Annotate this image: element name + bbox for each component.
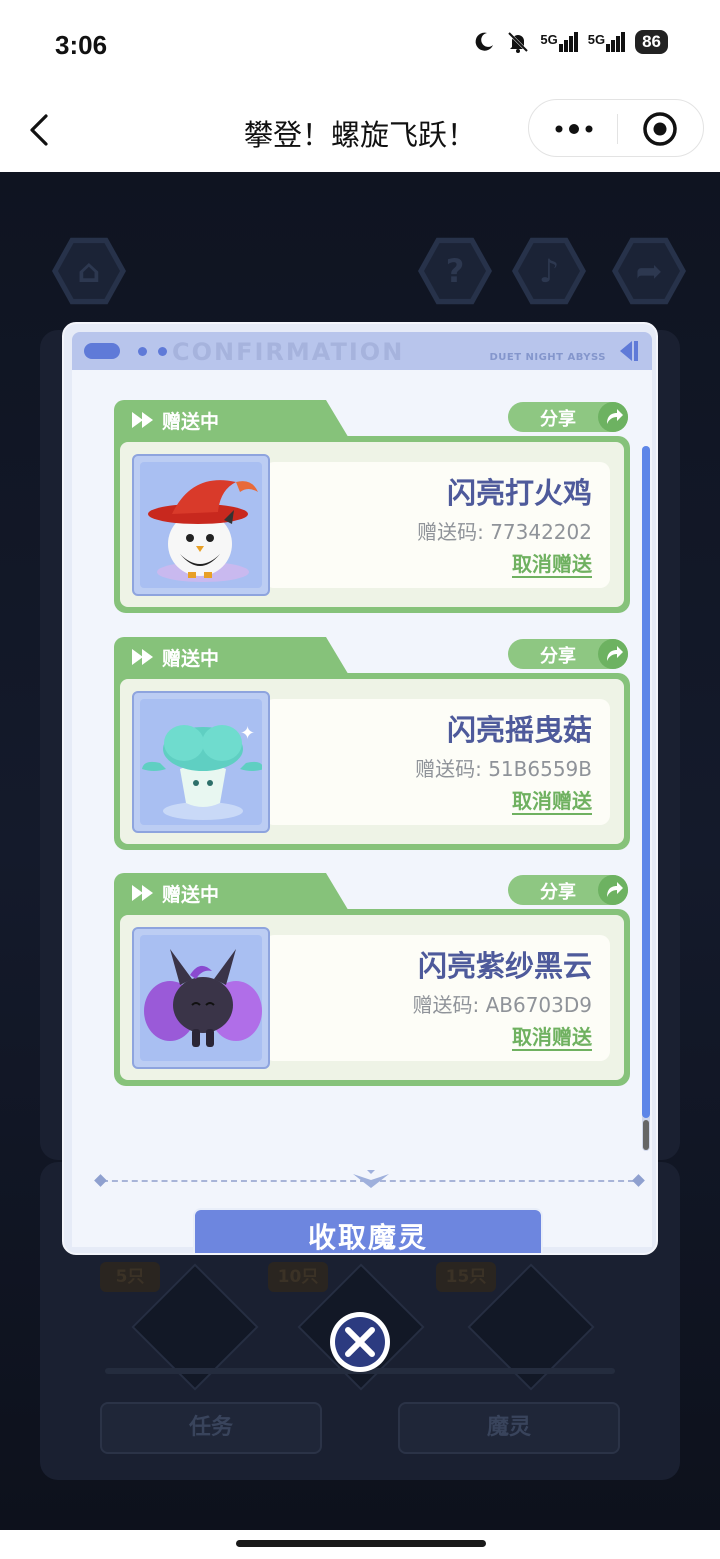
collect-pet-button[interactable]: 收取魔灵 — [193, 1208, 543, 1253]
share-label: 分享 — [540, 882, 576, 903]
fast-forward-icon — [132, 885, 153, 901]
modal-header: CONFIRMATION DUET NIGHT ABYSS — [72, 332, 652, 370]
header-brand: DUET NIGHT ABYSS — [489, 352, 606, 363]
scrollbar-thumb[interactable] — [642, 446, 650, 1118]
modal-body: 赠送中 分享 闪亮打火鸡 赠送码: 77342202 取消赠送 赠送中 分享 ✦… — [72, 370, 652, 1253]
share-hex-icon: ➦ — [612, 237, 686, 305]
share-label: 分享 — [540, 409, 576, 430]
mute-bell-icon — [508, 31, 529, 53]
reward-count-10: 10只 — [268, 1262, 328, 1292]
target-icon[interactable] — [641, 110, 679, 148]
capsule-divider — [617, 114, 618, 144]
home-indicator[interactable] — [236, 1540, 486, 1547]
fire-turkey-pet-icon — [148, 480, 258, 582]
reward-count-15: 15只 — [436, 1262, 496, 1292]
header-triangle-icon — [620, 341, 638, 361]
share-button[interactable]: 分享 — [508, 639, 628, 669]
pet-portrait — [132, 454, 270, 596]
header-dot-decoration — [158, 347, 167, 356]
cancel-gift-button[interactable]: 取消赠送 — [512, 789, 592, 815]
header-ghost-text: CONFIRMATION — [172, 338, 405, 366]
scroll-down-chevron-icon — [353, 1170, 389, 1188]
help-hex-icon: ? — [418, 237, 492, 305]
gift-card: 赠送中 分享 — [114, 400, 630, 613]
purple-veil-dark-cloud-pet-icon — [144, 949, 262, 1047]
home-hex-icon: ⌂ — [52, 237, 126, 305]
card-tab-slope — [310, 400, 350, 440]
gift-modal: CONFIRMATION DUET NIGHT ABYSS 赠送中 分享 闪亮打… — [62, 322, 658, 1255]
divider-left-diamond — [94, 1174, 107, 1187]
task-button: 任务 — [100, 1402, 322, 1454]
close-icon — [345, 1327, 375, 1357]
card-tab-slope — [310, 637, 350, 677]
share-arrow-icon — [598, 875, 628, 905]
divider-right-diamond — [632, 1174, 645, 1187]
mini-program-title-bar: 攀登！螺旋飞跃！ — [0, 92, 720, 172]
gift-status: 赠送中 — [162, 648, 220, 670]
card-status-tab: 赠送中 — [114, 873, 314, 913]
fast-forward-icon — [132, 649, 153, 665]
pet-name: 闪亮摇曳菇 — [446, 713, 592, 747]
status-time: 3:06 — [55, 30, 108, 60]
share-arrow-icon — [598, 639, 628, 669]
gift-code: 赠送码: 77342202 — [417, 520, 592, 544]
header-dot-decoration — [138, 347, 147, 356]
swaying-mushroom-pet-icon: ✦ — [142, 723, 262, 820]
gift-status: 赠送中 — [162, 411, 220, 433]
signal-2-icon: 5G — [588, 32, 626, 52]
share-button[interactable]: 分享 — [508, 875, 628, 905]
share-label: 分享 — [540, 646, 576, 667]
pet-name: 闪亮打火鸡 — [446, 476, 592, 510]
gift-code: 赠送码: 51B6559B — [415, 757, 592, 781]
battery-icon: 86 — [635, 30, 668, 54]
pet-portrait — [132, 927, 270, 1069]
fast-forward-icon — [132, 412, 153, 428]
cancel-gift-button[interactable]: 取消赠送 — [512, 1025, 592, 1051]
header-pill-decoration — [84, 343, 120, 359]
music-hex-icon: ♪ — [512, 237, 586, 305]
gift-code: 赠送码: AB6703D9 — [412, 993, 592, 1017]
status-bar: 3:06 5G 5G 86 — [0, 0, 720, 92]
close-modal-button[interactable] — [330, 1312, 390, 1372]
share-arrow-icon — [598, 402, 628, 432]
more-icon[interactable] — [551, 114, 597, 144]
capsule-menu — [528, 99, 704, 157]
gift-card: 赠送中 分享 — [114, 637, 630, 850]
status-icons: 5G 5G 86 — [472, 30, 668, 54]
card-status-tab: 赠送中 — [114, 637, 314, 677]
card-status-tab: 赠送中 — [114, 400, 314, 440]
share-button[interactable]: 分享 — [508, 402, 628, 432]
pet-button: 魔灵 — [398, 1402, 620, 1454]
reward-count-5: 5只 — [100, 1262, 160, 1292]
scrollbar-end — [643, 1120, 649, 1150]
gift-card: 赠送中 分享 — [114, 873, 630, 1086]
card-tab-slope — [310, 873, 350, 913]
svg-text:✦: ✦ — [240, 723, 255, 744]
moon-icon — [476, 32, 494, 51]
pet-name: 闪亮紫纱黑云 — [417, 949, 592, 983]
cancel-gift-button[interactable]: 取消赠送 — [512, 552, 592, 578]
pet-portrait: ✦ — [132, 691, 270, 833]
gift-status: 赠送中 — [162, 884, 220, 906]
signal-1-icon: 5G — [540, 32, 578, 52]
